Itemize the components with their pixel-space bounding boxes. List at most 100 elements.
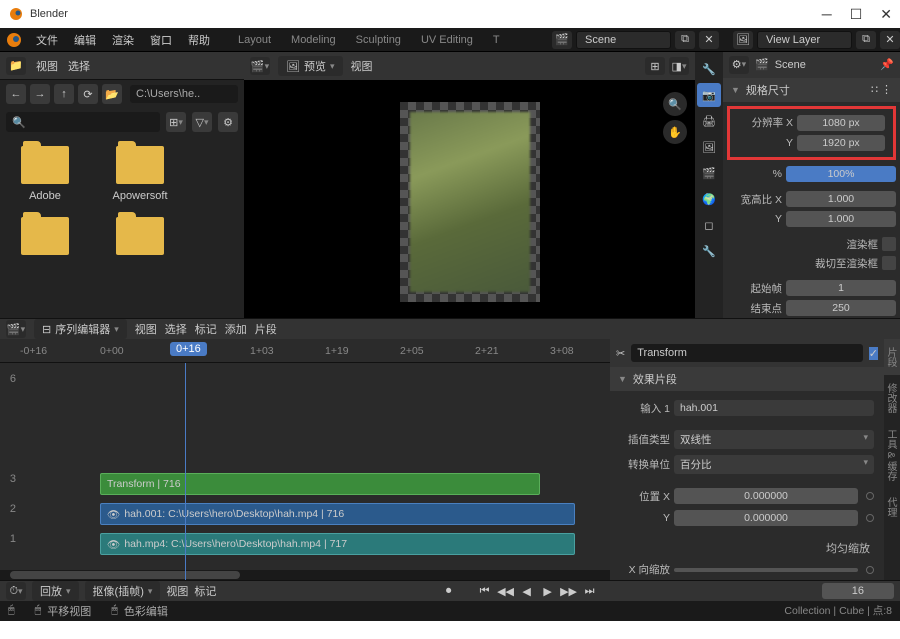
interp-field[interactable]: 双线性 ▾ — [674, 430, 874, 449]
menu-window[interactable]: 窗口 — [142, 32, 180, 48]
preview-mode[interactable]: 🖼 预览 ▾ — [278, 56, 343, 76]
preview-view-menu[interactable]: 视图 — [351, 58, 373, 74]
ptab-world-icon[interactable]: 🌍 — [697, 187, 721, 211]
maximize-button[interactable]: ☐ — [850, 6, 863, 23]
sidetab-tools[interactable]: 工具 & 缓存 — [884, 421, 900, 489]
seq-menu-select[interactable]: 选择 — [165, 321, 187, 337]
viewlayer-new[interactable]: ✕ — [880, 31, 900, 49]
aspect-x-field[interactable]: 1.000 — [786, 191, 896, 207]
fb-view[interactable]: 视图 — [36, 58, 58, 74]
current-frame[interactable]: 16 — [822, 583, 894, 599]
tab-more[interactable]: T — [483, 30, 510, 50]
pan-icon[interactable]: ✋ — [663, 120, 687, 144]
preview-editor-icon[interactable]: 🎬▾ — [250, 57, 270, 75]
seq-menu-strip[interactable]: 片段 — [255, 321, 277, 337]
menu-render[interactable]: 渲染 — [104, 32, 142, 48]
viewlayer-icon[interactable]: 🖼 — [733, 31, 753, 49]
props-options-icon[interactable]: ⚙▾ — [729, 56, 749, 74]
frame-start-field[interactable]: 1 — [786, 280, 896, 296]
fb-select[interactable]: 选择 — [68, 58, 90, 74]
preview-viewport[interactable]: 🎬▾ 🖼 预览 ▾ 视图 ⊞ ◨▾ 🔍 ✋ — [244, 52, 695, 318]
nav-up-icon[interactable]: ↑ — [54, 84, 74, 104]
ptab-render-icon[interactable]: 📷 — [697, 83, 721, 107]
strip-hah[interactable]: 👁hah.mp4: C:\Users\hero\Desktop\hah.mp4 … — [100, 533, 575, 555]
ptab-wrench-icon[interactable]: 🔧 — [697, 239, 721, 263]
pv-channel-icon[interactable]: ◨▾ — [669, 57, 689, 75]
keyframe-dot[interactable] — [866, 566, 874, 574]
zoom-icon[interactable]: 🔍 — [663, 92, 687, 116]
play-reverse-icon[interactable]: ◀ — [517, 582, 537, 600]
render-border-check[interactable] — [882, 237, 896, 251]
nav-newdir-icon[interactable]: 📂 — [102, 84, 122, 104]
res-y-field[interactable]: 1920 px — [797, 135, 885, 151]
strip-name-field[interactable]: Transform — [631, 344, 863, 362]
keyframe-dot[interactable] — [866, 492, 874, 500]
nav-refresh-icon[interactable]: ⟳ — [78, 84, 98, 104]
pb-marker[interactable]: 标记 — [194, 583, 216, 599]
folder-item[interactable]: Apowersoft — [105, 146, 175, 202]
tab-sculpting[interactable]: Sculpting — [346, 30, 411, 50]
h-scrollbar[interactable] — [0, 570, 610, 580]
menu-edit[interactable]: 编辑 — [66, 32, 104, 48]
seq-mode[interactable]: ⊟ 序列编辑器 ▾ — [34, 319, 127, 339]
ptab-tool-icon[interactable]: 🔧 — [697, 57, 721, 81]
tab-layout[interactable]: Layout — [228, 30, 281, 50]
tab-uvediting[interactable]: UV Editing — [411, 30, 483, 50]
effect-panel-title[interactable]: ▼效果片段 — [610, 367, 884, 391]
strip-transform[interactable]: Transform | 716 — [100, 473, 540, 495]
panel-dimensions[interactable]: ▼规格尺寸∷ ⋮ — [723, 78, 900, 102]
filter-icon[interactable]: ▽▾ — [192, 112, 212, 132]
nav-back-icon[interactable]: ← — [6, 84, 26, 104]
jump-start-icon[interactable]: ⏮ — [475, 582, 495, 600]
aspect-y-field[interactable]: 1.000 — [786, 211, 896, 227]
path-field[interactable]: C:\Users\he.. — [130, 85, 238, 103]
sequencer-timeline[interactable]: -0+16 0+00 1+03 1+19 2+05 2+21 3+08 0+16… — [0, 339, 610, 580]
timeline-ruler[interactable]: -0+16 0+00 1+03 1+19 2+05 2+21 3+08 — [0, 339, 610, 363]
scene-copy-icon[interactable]: ⧉ — [675, 31, 695, 49]
playback-menu[interactable]: 回放▾ — [32, 581, 79, 601]
next-key-icon[interactable]: ▶▶ — [559, 582, 579, 600]
close-button[interactable]: ✕ — [880, 6, 892, 23]
settings-icon[interactable]: ⚙ — [218, 112, 238, 132]
sidetab-strip[interactable]: 片段 — [884, 339, 900, 375]
scene-new[interactable]: ✕ — [699, 31, 719, 49]
eye-icon[interactable]: 👁 — [107, 508, 120, 521]
filebrowser-editor-icon[interactable]: 📁 — [6, 57, 26, 75]
frame-end-field[interactable]: 250 — [786, 300, 896, 316]
seq-menu-marker[interactable]: 标记 — [195, 321, 217, 337]
folder-item[interactable]: Adobe — [10, 146, 80, 202]
menu-help[interactable]: 帮助 — [180, 32, 218, 48]
sidetab-proxy[interactable]: 代理 — [884, 489, 900, 525]
scene-browse[interactable]: 🎬 — [552, 31, 572, 49]
jump-end-icon[interactable]: ⏭ — [580, 582, 600, 600]
playhead[interactable]: 0+16 — [170, 342, 207, 356]
menu-file[interactable]: 文件 — [28, 32, 66, 48]
pos-x-field[interactable]: 0.000000 — [674, 488, 858, 504]
viewlayer-copy-icon[interactable]: ⧉ — [856, 31, 876, 49]
tab-modeling[interactable]: Modeling — [281, 30, 346, 50]
ptab-object-icon[interactable]: ◻ — [697, 213, 721, 237]
seq-menu-view[interactable]: 视图 — [135, 321, 157, 337]
sidetab-modifier[interactable]: 修改器 — [884, 375, 900, 421]
nav-fwd-icon[interactable]: → — [30, 84, 50, 104]
scene-name[interactable]: Scene — [576, 31, 671, 49]
pin-icon[interactable]: 📌 — [880, 58, 894, 71]
keyframe-dot[interactable] — [866, 514, 874, 522]
search-input[interactable]: 🔍 — [6, 112, 160, 132]
minimize-button[interactable]: ─ — [822, 6, 832, 22]
eye-icon[interactable]: 👁 — [107, 538, 120, 551]
crop-border-check[interactable] — [882, 256, 896, 270]
input1-field[interactable]: hah.001 — [674, 400, 874, 416]
timeline-editor-icon[interactable]: ⏱▾ — [6, 582, 26, 600]
viewlayer-name[interactable]: View Layer — [757, 31, 852, 49]
strip-hah001[interactable]: 👁hah.001: C:\Users\hero\Desktop\hah.mp4 … — [100, 503, 575, 525]
folder-item[interactable] — [105, 217, 175, 255]
ptab-output-icon[interactable]: 🖨 — [697, 109, 721, 133]
ptab-scene-icon[interactable]: 🎬 — [697, 161, 721, 185]
keying-menu[interactable]: 抠像(插帧)▾ — [85, 581, 161, 601]
play-icon[interactable]: ▶ — [538, 582, 558, 600]
pv-overlay-icon[interactable]: ⊞ — [645, 57, 665, 75]
folder-item[interactable] — [10, 217, 80, 255]
res-pct-field[interactable]: 100% — [786, 166, 896, 182]
seq-editor-icon[interactable]: 🎬▾ — [6, 320, 26, 338]
